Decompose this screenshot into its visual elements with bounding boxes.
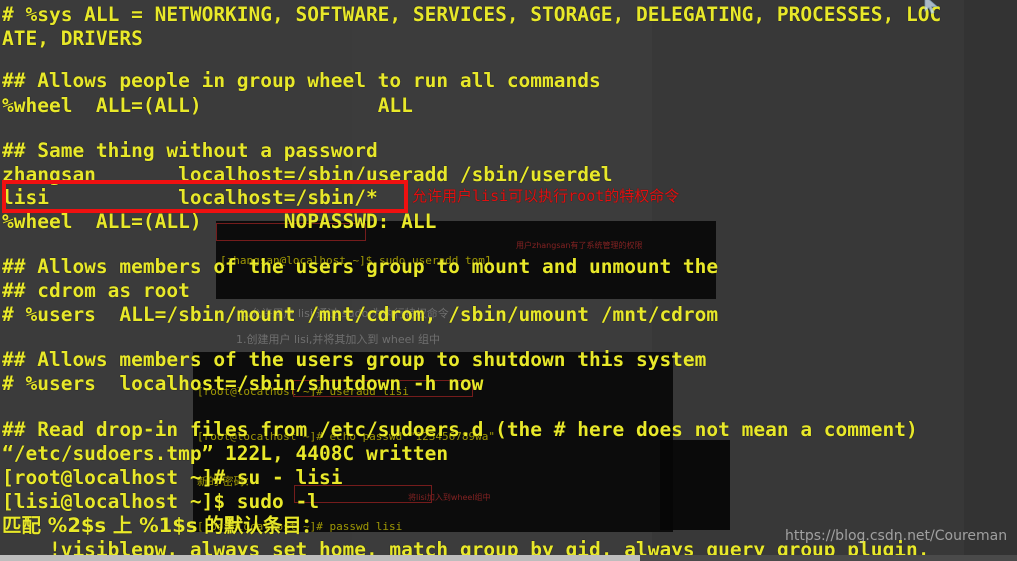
shell-prompt-lisi: [lisi@localhost ~]$ sudo -l (2, 490, 319, 513)
mouse-cursor-icon (924, 0, 939, 15)
sudoers-line: ATE, DRIVERS (2, 27, 143, 50)
sudoers-line: ## cdrom as root (2, 279, 190, 302)
sudoers-line: %wheel ALL=(ALL) ALL (2, 94, 413, 117)
annotation-callout: 允许用户lisi可以执行root的特权命令 (412, 185, 679, 206)
callout-user: lisi (472, 187, 509, 205)
sudoers-line: ## Allows members of the users group to … (2, 348, 707, 371)
vi-write-status: “/etc/sudoers.tmp” 122L, 4408C written (2, 442, 449, 465)
sudoers-line: # %users ALL=/sbin/mount /mnt/cdrom, /sb… (2, 303, 719, 326)
sudoers-line: ## Read drop-in files from /etc/sudoers.… (2, 418, 918, 441)
screenshot-root: [zhangsan@localhost ~]$ sudo useradd tom… (0, 0, 1017, 561)
sudoers-line: ## Same thing without a password (2, 139, 378, 162)
shell-prompt-root: [root@localhost ~]# su - lisi (2, 466, 343, 489)
bottom-strip-dark (640, 555, 1017, 561)
callout-suffix-2: 的特权命令 (604, 187, 680, 205)
sudoers-line: %wheel ALL=(ALL) NOPASSWD: ALL (2, 210, 437, 233)
sudoers-line: ## Allows members of the users group to … (2, 255, 719, 278)
sudoers-line: # %users localhost=/sbin/shutdown -h now (2, 372, 484, 395)
sudoers-line: ## Allows people in group wheel to run a… (2, 69, 601, 92)
watermark: https://blog.csdn.net/Coureman (785, 528, 1008, 544)
sudo-l-header: 匹配 %2$s 上 %1$s 的默认条目： (2, 514, 322, 537)
sudoers-text-layer: # %sys ALL = NETWORKING, SOFTWARE, SERVI… (0, 0, 1017, 561)
callout-root: root (568, 187, 605, 205)
callout-suffix-1: 可以执行 (508, 187, 569, 205)
sudoers-line: # %sys ALL = NETWORKING, SOFTWARE, SERVI… (2, 3, 942, 26)
callout-prefix: 允许用户 (412, 187, 473, 205)
sudoers-line-lisi: lisi localhost=/sbin/* (2, 186, 378, 209)
